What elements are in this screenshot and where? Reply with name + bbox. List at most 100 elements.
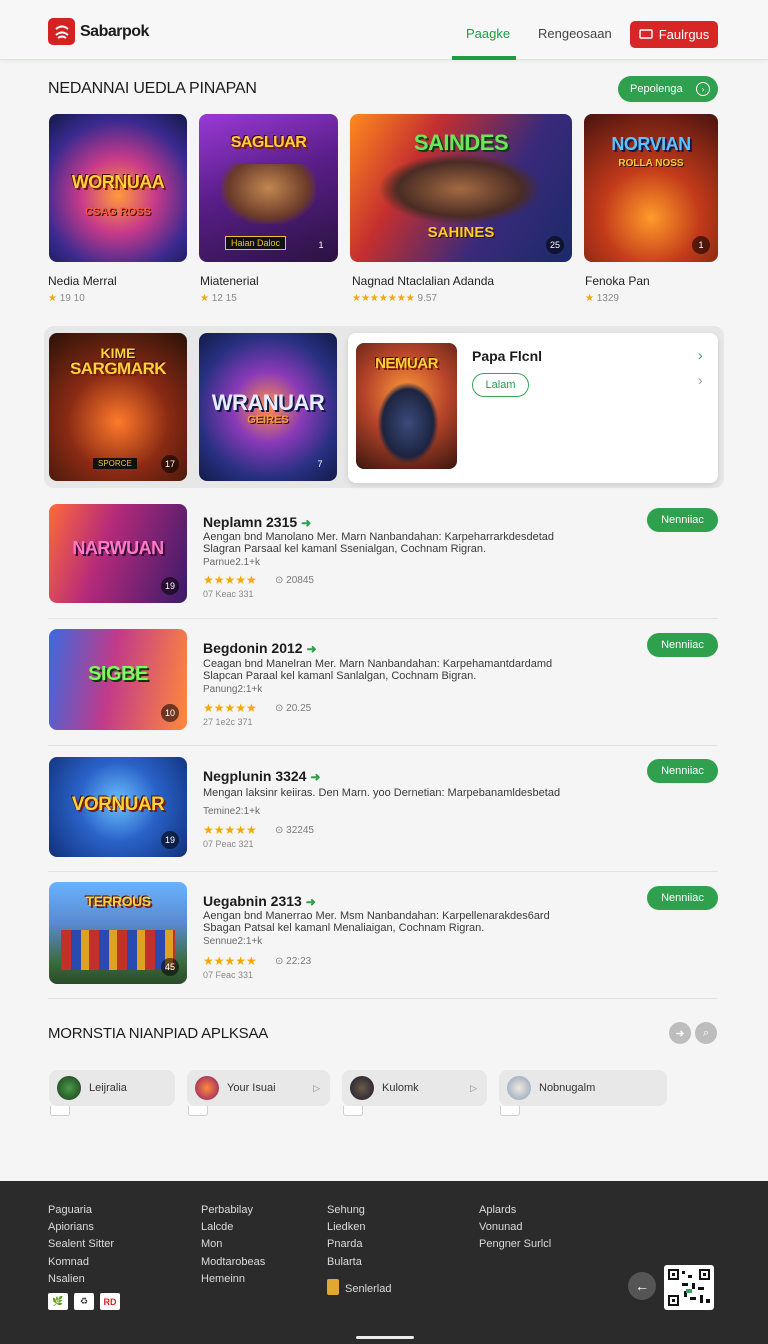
arrow-right-icon[interactable]: ➜ (669, 1022, 691, 1044)
featured-card-tag[interactable]: Lalam (472, 373, 529, 397)
game-title[interactable]: Negplunin 3324 ➜ (203, 768, 320, 784)
game-title[interactable]: Begdonin 2012 ➜ (203, 640, 317, 656)
install-button[interactable]: Nenniiac (647, 633, 718, 657)
footer-link[interactable]: Lalcde (201, 1221, 233, 1233)
footer-link[interactable]: Paguaria (48, 1204, 92, 1216)
featured-card-thumbnail[interactable]: NEMUAR (356, 343, 457, 469)
game-thumbnail[interactable]: TERROUS 45 (49, 882, 187, 984)
thumbnail-subtitle: ROLLA NOSS (618, 158, 684, 170)
game-rating: ★ 1329 (585, 293, 619, 304)
game-thumbnail[interactable]: NORVIAN ROLLA NOSS 1 (584, 114, 718, 262)
divider (48, 745, 718, 746)
view-all-pill[interactable]: Pepolenga › (618, 76, 718, 102)
chip-tab (188, 1106, 208, 1116)
avatar (507, 1076, 531, 1100)
footer-link[interactable]: Bularta (327, 1256, 362, 1268)
chip-label: Nobnugalm (539, 1082, 596, 1094)
footer-link[interactable]: Mon (201, 1238, 222, 1250)
install-button[interactable]: Nenniiac (647, 759, 718, 783)
category-chip[interactable]: Your Isuai ▷ (187, 1070, 330, 1106)
thumbnail-title: SARGMARK (69, 358, 167, 378)
game-thumbnail[interactable]: WORNUAA CSAG ROSS (49, 114, 187, 262)
chip-label: Your Isuai (227, 1082, 276, 1094)
thumbnail-title: NEMUAR (375, 354, 438, 372)
game-thumbnail[interactable]: SIGBE 10 (49, 629, 187, 730)
thumbnail-title: SAINDES (413, 129, 509, 155)
footer-link[interactable]: Senlerlad (345, 1283, 391, 1295)
thumbnail-title: SIGBE (88, 663, 148, 686)
app-logo-icon[interactable] (48, 18, 75, 45)
thumbnail-title: NARWUAN (72, 537, 164, 558)
featured-thumbnail[interactable]: WRANUAR GEIRES 7 (199, 333, 337, 481)
flag-icon (327, 1279, 339, 1295)
chevron-right-icon[interactable]: › (698, 372, 703, 388)
featured-thumbnail[interactable]: KIME SARGMARK SPORCE 17 (49, 333, 187, 481)
thumbnail-title: TERROUS (85, 893, 151, 910)
footer-link[interactable]: Nsalien (48, 1273, 85, 1285)
game-name[interactable]: Fenoka Pan (585, 274, 650, 288)
game-thumbnail[interactable]: SAINDES SAHINES 25 (350, 114, 572, 262)
tab-home[interactable]: Paagke (466, 26, 510, 41)
header-action-button[interactable]: Faulrgus (630, 21, 718, 48)
game-thumbnail[interactable]: NARWUAN 19 (49, 504, 187, 603)
thumbnail-title: WORNUAA (71, 172, 165, 193)
footer-link[interactable]: Sehung (327, 1204, 365, 1216)
game-name[interactable]: Nedia Merral (48, 274, 117, 288)
footer (0, 1181, 768, 1344)
game-thumbnail[interactable]: VORNUAR 19 (49, 757, 187, 857)
download-count: ⊙ 20845 (275, 575, 314, 586)
thumbnail-counter: 19 (161, 577, 179, 595)
footer-link[interactable]: Apiorians (48, 1221, 94, 1233)
footer-link[interactable]: Perbabilay (201, 1204, 253, 1216)
footer-link[interactable]: Liedken (327, 1221, 366, 1233)
more-icon[interactable]: ⌕ (695, 1022, 717, 1044)
game-rating: ★ 19 10 (48, 293, 85, 304)
chip-tab (500, 1106, 520, 1116)
app-logo-text[interactable]: Sabarpok (80, 23, 149, 41)
app-header: Sabarpok Paagke Rengeosaan Faulrgus (0, 0, 768, 60)
avatar (350, 1076, 374, 1100)
star-rating: ★★★★★ (203, 823, 257, 837)
category-chip[interactable]: Nobnugalm (499, 1070, 667, 1106)
game-name[interactable]: Nagnad Ntaclalian Adanda (352, 274, 494, 288)
footer-link[interactable]: Pnarda (327, 1238, 362, 1250)
game-name[interactable]: Miatenerial (200, 274, 259, 288)
game-description: Ceagan bnd Manelran Mer. Marn Nanbandaha… (203, 658, 553, 682)
star-icon: ★ (48, 293, 57, 304)
footer-link[interactable]: Vonunad (479, 1221, 522, 1233)
category-chip[interactable]: Leijralia (49, 1070, 175, 1106)
footer-link[interactable]: Modtarobeas (201, 1256, 265, 1268)
thumbnail-counter: 19 (161, 831, 179, 849)
back-arrow-icon[interactable]: ← (628, 1272, 656, 1300)
install-button[interactable]: Nenniiac (647, 886, 718, 910)
star-icon: ★ (585, 293, 594, 304)
install-button[interactable]: Nenniiac (647, 508, 718, 532)
thumbnail-title: SAGLUAR (230, 133, 307, 151)
footer-link[interactable]: Komnad (48, 1256, 89, 1268)
game-title[interactable]: Uegabnin 2313 ➜ (203, 893, 316, 909)
qr-code-icon[interactable] (664, 1265, 714, 1310)
game-title[interactable]: Neplamn 2315 ➜ (203, 514, 311, 530)
game-description: Mengan laksinr keiiras. Den Marn. yoo De… (203, 787, 561, 799)
download-count: ⊙ 22:23 (275, 956, 312, 967)
recycle-icon[interactable]: ♻ (74, 1293, 94, 1310)
avatar (57, 1076, 81, 1100)
release-date: 07 Feac 331 (203, 970, 254, 980)
game-thumbnail[interactable]: SAGLUAR Haian Daloc 1 (199, 114, 338, 262)
footer-link[interactable]: Sealent Sitter (48, 1238, 114, 1250)
arrow-right-icon: ➜ (310, 770, 321, 784)
view-all-label: Pepolenga (630, 83, 683, 95)
character-art (378, 383, 438, 463)
rating-badge-icon[interactable]: RD (100, 1293, 120, 1310)
footer-link[interactable]: Hemeinn (201, 1273, 245, 1285)
chip-label: Kulomk (382, 1082, 419, 1094)
leaf-icon[interactable]: 🌿 (48, 1293, 68, 1310)
chip-tab (343, 1106, 363, 1116)
category-chip[interactable]: Kulomk ▷ (342, 1070, 487, 1106)
tab-categories[interactable]: Rengeosaan (538, 26, 612, 41)
footer-link[interactable]: Aplards (479, 1204, 516, 1216)
star-icon: ★★★★★★★ (352, 293, 415, 304)
chevron-right-icon[interactable]: › (698, 347, 703, 363)
footer-link[interactable]: Pengner Surlcl (479, 1238, 551, 1250)
thumbnail-subtitle: GEIRES (247, 414, 289, 427)
